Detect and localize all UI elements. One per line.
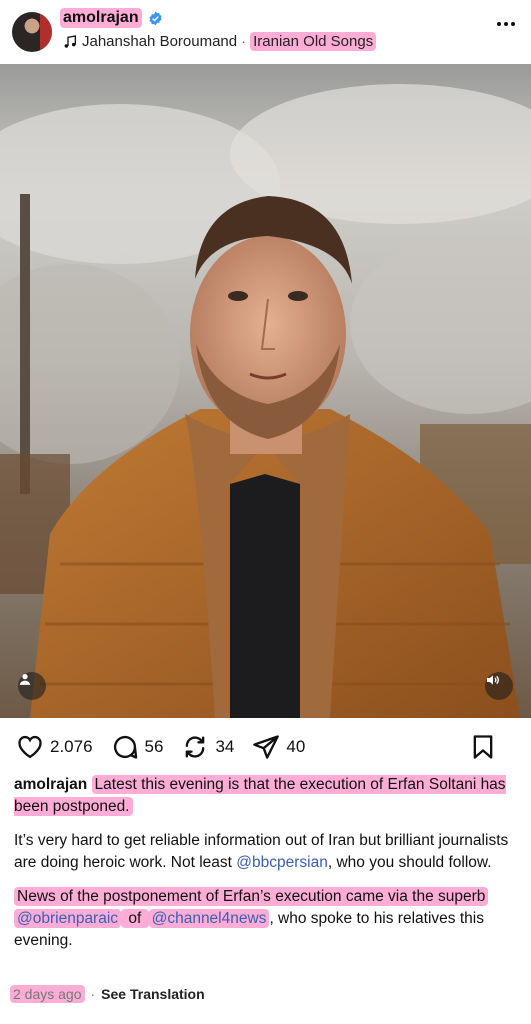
- heart-icon[interactable]: [16, 733, 44, 761]
- caption-headline: Latest this evening is that the executio…: [14, 775, 506, 816]
- more-horizontal-icon[interactable]: [497, 22, 515, 26]
- bookmark-icon[interactable]: [469, 733, 497, 761]
- meta-separator: ·: [90, 986, 96, 1002]
- send-icon[interactable]: [252, 733, 280, 761]
- mention-link[interactable]: @bbcpersian: [236, 854, 328, 871]
- verified-badge-icon: [148, 11, 162, 25]
- repost-count: 34: [215, 737, 235, 756]
- avatar[interactable]: [12, 12, 52, 52]
- mention-link[interactable]: @obrienparaic: [14, 909, 122, 928]
- repost-action[interactable]: 34: [181, 733, 234, 761]
- portrait-image: [0, 84, 531, 718]
- audio-title: Iranian Old Songs: [250, 32, 377, 51]
- share-count: 40: [286, 737, 306, 756]
- caption-first-paragraph: amolrajan Latest this evening is that th…: [14, 774, 516, 818]
- post-photo[interactable]: [0, 64, 531, 718]
- user-tag-icon[interactable]: [18, 672, 46, 700]
- repost-icon[interactable]: [181, 733, 209, 761]
- post-timestamp: 2 days ago: [10, 985, 85, 1003]
- audio-separator: ·: [241, 33, 247, 50]
- caption-text: , who you should follow.: [327, 854, 492, 871]
- see-translation-link[interactable]: See Translation: [101, 986, 204, 1002]
- caption-third-paragraph: News of the postponement of Erfan’s exec…: [14, 886, 516, 952]
- music-note-icon: [64, 34, 76, 48]
- caption-text: News of the postponement of Erfan’s exec…: [14, 887, 489, 906]
- caption-second-paragraph: It’s very hard to get reliable informati…: [14, 830, 516, 874]
- comment-count: 56: [144, 737, 164, 756]
- speaker-icon[interactable]: [485, 672, 513, 700]
- comment-icon[interactable]: [111, 733, 139, 761]
- action-bar: 2.076 56 34 40: [16, 730, 515, 764]
- caption-username[interactable]: amolrajan: [14, 776, 87, 793]
- post-header: amolrajan Jahanshah Boroumand · Iranian …: [0, 0, 531, 64]
- like-count: 2.076: [50, 737, 93, 756]
- mention-link[interactable]: @channel4news: [148, 909, 270, 928]
- audio-artist: Jahanshah Boroumand: [82, 33, 238, 50]
- like-action[interactable]: 2.076: [16, 733, 93, 761]
- comment-action[interactable]: 56: [111, 733, 164, 761]
- post-meta: 2 days ago · See Translation: [10, 985, 205, 1003]
- save-action[interactable]: [469, 733, 497, 761]
- post-caption: amolrajan Latest this evening is that th…: [14, 774, 516, 952]
- username-row: amolrajan: [60, 8, 163, 28]
- audio-attribution[interactable]: Jahanshah Boroumand · Iranian Old Songs: [62, 32, 377, 51]
- share-action[interactable]: 40: [252, 733, 305, 761]
- caption-text: of: [121, 909, 149, 928]
- username-link[interactable]: amolrajan: [60, 8, 142, 28]
